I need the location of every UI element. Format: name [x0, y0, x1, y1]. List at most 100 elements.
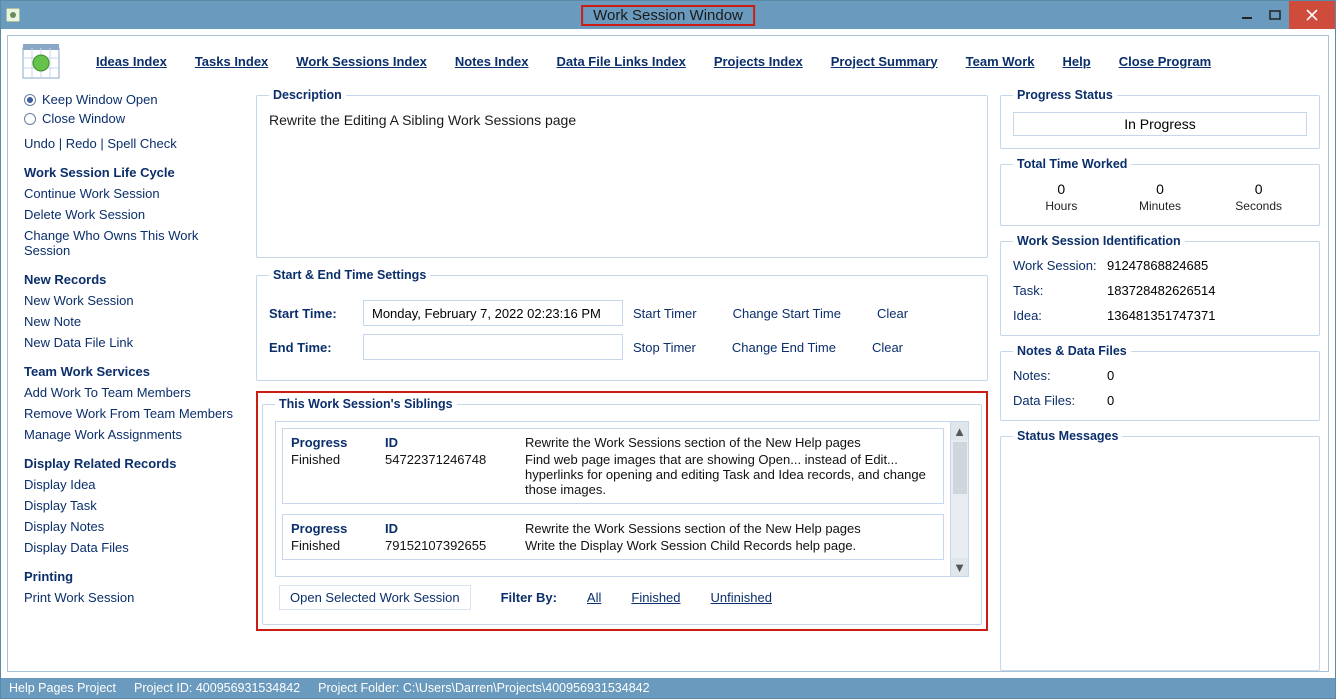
description-text[interactable]: Rewrite the Editing A Sibling Work Sessi… — [269, 112, 975, 128]
link-manage-assignments[interactable]: Manage Work Assignments — [24, 427, 244, 442]
close-button[interactable] — [1289, 1, 1335, 29]
end-time-label: End Time: — [269, 340, 353, 355]
scroll-thumb[interactable] — [953, 442, 967, 494]
progress-status-value: In Progress — [1013, 112, 1307, 136]
siblings-legend: This Work Session's Siblings — [275, 397, 457, 411]
clear-start-time-link[interactable]: Clear — [877, 306, 908, 321]
end-time-input[interactable] — [363, 334, 623, 360]
filter-finished[interactable]: Finished — [631, 590, 680, 605]
notes-data-files-legend: Notes & Data Files — [1013, 344, 1131, 358]
section-display-related: Display Related Records — [24, 456, 244, 471]
menu-work-sessions-index[interactable]: Work Sessions Index — [296, 54, 427, 69]
link-display-datafiles[interactable]: Display Data Files — [24, 540, 244, 555]
menu-tasks-index[interactable]: Tasks Index — [195, 54, 268, 69]
change-start-time-link[interactable]: Change Start Time — [733, 306, 841, 321]
clear-end-time-link[interactable]: Clear — [872, 340, 903, 355]
ws-value: 91247868824685 — [1107, 258, 1307, 273]
right-panel: Progress Status In Progress Total Time W… — [1000, 88, 1320, 671]
scroll-up-icon[interactable]: ▲ — [951, 422, 968, 440]
sibling-row[interactable]: Progress ID Rewrite the Work Sessions se… — [282, 514, 944, 560]
seconds-label: Seconds — [1210, 199, 1307, 213]
status-messages-box: Status Messages — [1000, 429, 1320, 671]
link-new-work-session[interactable]: New Work Session — [24, 293, 244, 308]
siblings-highlight: This Work Session's Siblings Progress ID… — [256, 391, 988, 631]
client-area: Ideas Index Tasks Index Work Sessions In… — [1, 29, 1335, 678]
link-delete-work-session[interactable]: Delete Work Session — [24, 207, 244, 222]
time-settings-legend: Start & End Time Settings — [269, 268, 430, 282]
sibling-title: Rewrite the Work Sessions section of the… — [525, 521, 935, 536]
menu-team-work[interactable]: Team Work — [966, 54, 1035, 69]
status-project-folder: Project Folder: C:\Users\Darren\Projects… — [318, 681, 649, 695]
start-time-row: Start Time: Monday, February 7, 2022 02:… — [269, 300, 975, 326]
col-id: ID — [385, 521, 525, 536]
start-timer-link[interactable]: Start Timer — [633, 306, 697, 321]
menu-notes-index[interactable]: Notes Index — [455, 54, 529, 69]
status-bar: Help Pages Project Project ID: 400956931… — [1, 678, 1335, 698]
total-time-worked-box: Total Time Worked 0 0 0 Hours Minutes Se… — [1000, 157, 1320, 226]
sibling-progress: Finished — [291, 538, 385, 553]
menu-project-summary[interactable]: Project Summary — [831, 54, 938, 69]
link-add-work-team[interactable]: Add Work To Team Members — [24, 385, 244, 400]
section-new-records: New Records — [24, 272, 244, 287]
notes-data-files-box: Notes & Data Files Notes: 0 Data Files: … — [1000, 344, 1320, 421]
radio-keep-open[interactable]: Keep Window Open — [24, 92, 244, 107]
progress-status-legend: Progress Status — [1013, 88, 1117, 102]
minutes-label: Minutes — [1112, 199, 1209, 213]
datafiles-label: Data Files: — [1013, 393, 1107, 408]
spellcheck-link[interactable]: Spell Check — [107, 136, 176, 151]
window-frame: Work Session Window — [0, 0, 1336, 699]
open-selected-button[interactable]: Open Selected Work Session — [279, 585, 471, 610]
link-print-work-session[interactable]: Print Work Session — [24, 590, 244, 605]
link-continue-work-session[interactable]: Continue Work Session — [24, 186, 244, 201]
idea-value: 136481351747371 — [1107, 308, 1307, 323]
sibling-id: 79152107392655 — [385, 538, 525, 553]
link-remove-work-team[interactable]: Remove Work From Team Members — [24, 406, 244, 421]
stop-timer-link[interactable]: Stop Timer — [633, 340, 696, 355]
menu-projects-index[interactable]: Projects Index — [714, 54, 803, 69]
minimize-button[interactable] — [1233, 1, 1261, 29]
top-menu: Ideas Index Tasks Index Work Sessions In… — [8, 36, 1328, 88]
sibling-detail: Find web page images that are showing Op… — [525, 452, 935, 497]
link-new-data-file[interactable]: New Data File Link — [24, 335, 244, 350]
link-display-idea[interactable]: Display Idea — [24, 477, 244, 492]
hours-label: Hours — [1013, 199, 1110, 213]
section-printing: Printing — [24, 569, 244, 584]
menu-ideas-index[interactable]: Ideas Index — [96, 54, 167, 69]
task-label: Task: — [1013, 283, 1107, 298]
menu-help[interactable]: Help — [1063, 54, 1091, 69]
calendar-icon — [22, 42, 60, 80]
ws-label: Work Session: — [1013, 258, 1107, 273]
sibling-title: Rewrite the Work Sessions section of the… — [525, 435, 935, 450]
sibling-row[interactable]: Progress ID Rewrite the Work Sessions se… — [282, 428, 944, 504]
radio-icon — [24, 94, 36, 106]
link-display-task[interactable]: Display Task — [24, 498, 244, 513]
link-display-notes[interactable]: Display Notes — [24, 519, 244, 534]
notes-value: 0 — [1107, 368, 1307, 383]
seconds-value: 0 — [1210, 181, 1307, 197]
change-end-time-link[interactable]: Change End Time — [732, 340, 836, 355]
start-time-label: Start Time: — [269, 306, 353, 321]
app-icon — [5, 7, 21, 23]
filter-unfinished[interactable]: Unfinished — [711, 590, 772, 605]
hours-value: 0 — [1013, 181, 1110, 197]
link-change-owner[interactable]: Change Who Owns This Work Session — [24, 228, 244, 258]
link-new-note[interactable]: New Note — [24, 314, 244, 329]
radio-label: Close Window — [42, 111, 125, 126]
radio-close-window[interactable]: Close Window — [24, 111, 244, 126]
scroll-down-icon[interactable]: ▼ — [951, 558, 968, 576]
maximize-button[interactable] — [1261, 1, 1289, 29]
filter-all[interactable]: All — [587, 590, 601, 605]
siblings-scrollbar[interactable]: ▲ ▼ — [950, 422, 968, 576]
window-title: Work Session Window — [581, 7, 755, 24]
undo-link[interactable]: Undo — [24, 136, 55, 151]
idea-label: Idea: — [1013, 308, 1107, 323]
sibling-detail: Write the Display Work Session Child Rec… — [525, 538, 935, 553]
start-time-input[interactable]: Monday, February 7, 2022 02:23:16 PM — [363, 300, 623, 326]
ws-identification-box: Work Session Identification Work Session… — [1000, 234, 1320, 336]
redo-link[interactable]: Redo — [66, 136, 97, 151]
menu-data-file-links-index[interactable]: Data File Links Index — [557, 54, 686, 69]
menu-close-program[interactable]: Close Program — [1119, 54, 1211, 69]
siblings-footer: Open Selected Work Session Filter By: Al… — [275, 577, 969, 612]
datafiles-value: 0 — [1107, 393, 1307, 408]
main-columns: Keep Window Open Close Window Undo | Red… — [8, 88, 1328, 671]
